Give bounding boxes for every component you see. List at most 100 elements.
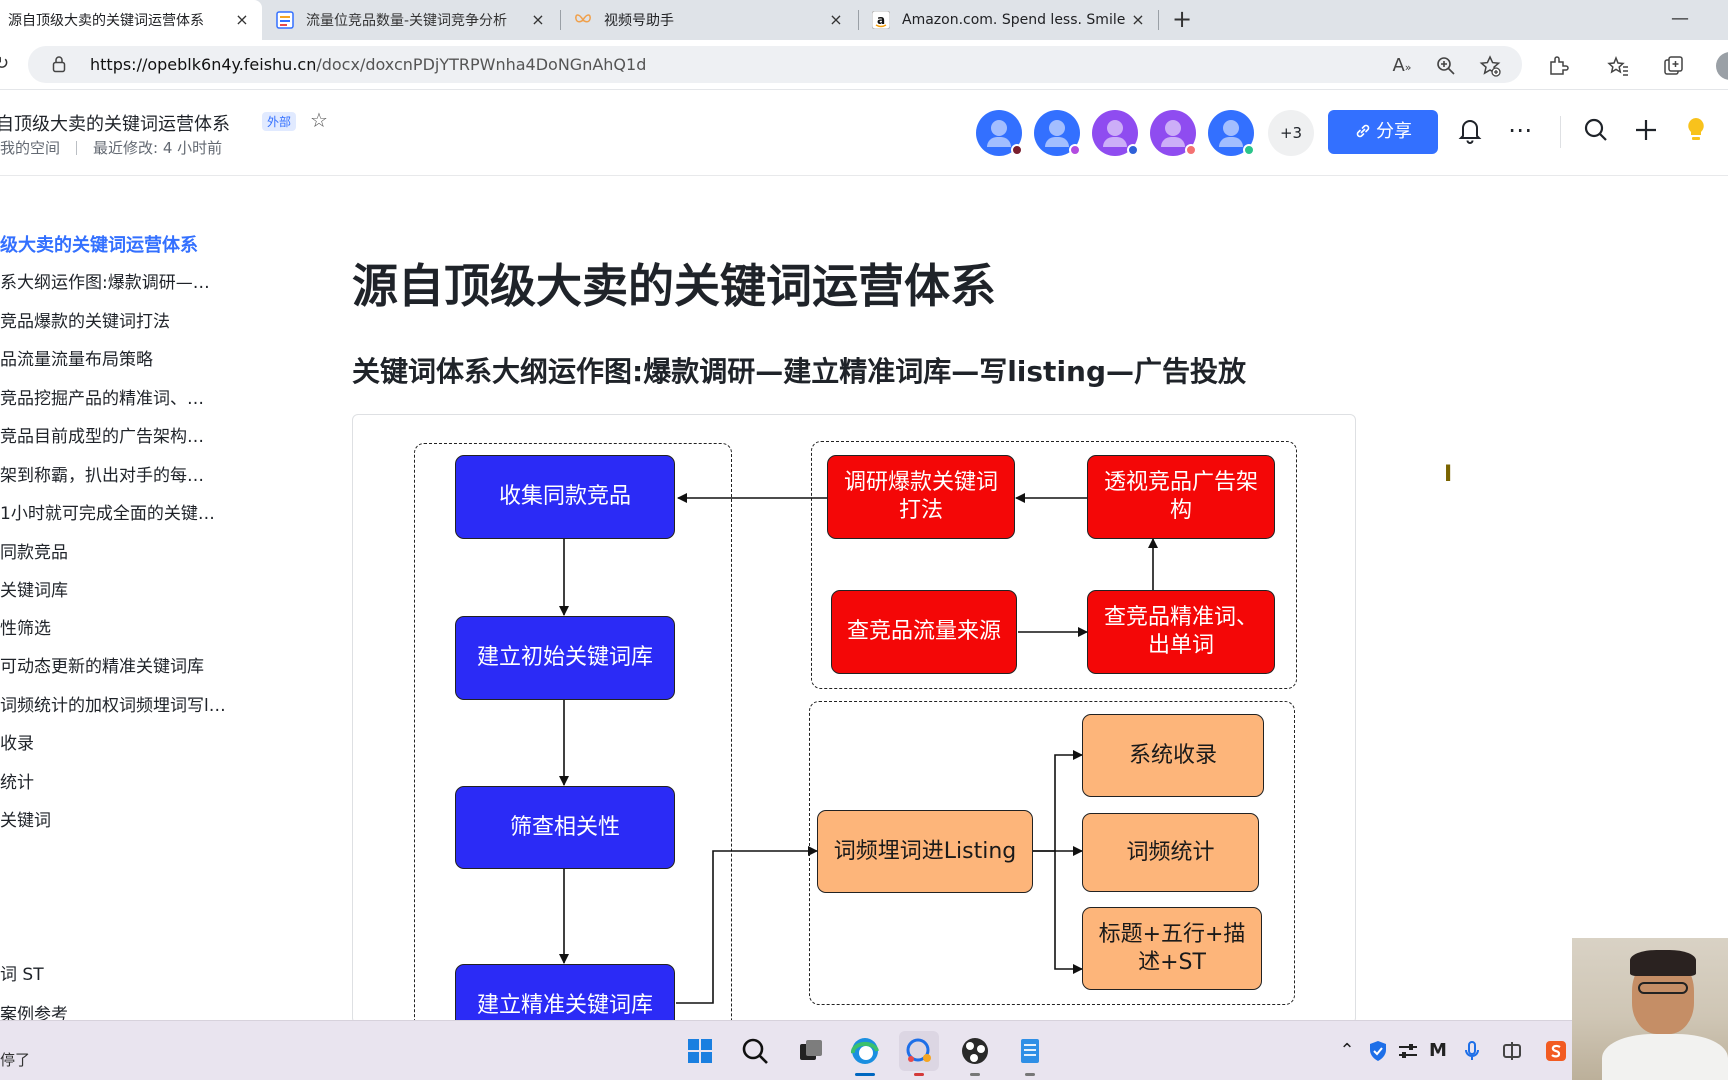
feishu-app-icon[interactable] <box>899 1031 939 1071</box>
collaborator-avatar[interactable] <box>1208 110 1255 156</box>
node-competitor-ad-architecture[interactable]: 透视竞品广告架构 <box>1087 455 1275 539</box>
node-competitor-precise-words[interactable]: 查竞品精准词、出单词 <box>1087 590 1275 674</box>
outline-item[interactable]: 收录 <box>0 729 240 754</box>
page-title[interactable]: 源自顶级大卖的关键词运营体系 <box>352 250 996 316</box>
outline-item[interactable]: 统计 <box>0 768 240 793</box>
outline-item[interactable]: 性筛选 <box>0 614 240 639</box>
tab-close-icon[interactable]: × <box>1128 10 1148 30</box>
url-text[interactable]: https://opeblk6n4y.feishu.cn/docx/doxcnP… <box>90 55 646 74</box>
minimize-window-button[interactable]: — <box>1668 8 1692 32</box>
outline-item[interactable]: 系大纲运作图:爆款调研—… <box>0 268 240 293</box>
flowchart-diagram[interactable]: 收集同款竞品 建立初始关键词库 筛查相关性 建立精准关键词库 调研爆款关键词打法… <box>352 414 1356 1024</box>
feishu-active-indicator <box>914 1073 924 1076</box>
tab-title: 源自顶级大卖的关键词运营体系 <box>8 13 204 29</box>
bell-icon[interactable] <box>1452 112 1488 148</box>
more-collaborators-count[interactable]: +3 <box>1268 110 1314 156</box>
refresh-icon[interactable]: ↻ <box>0 54 14 74</box>
outline-item[interactable]: 级大卖的关键词运营体系 <box>0 231 240 257</box>
header-divider <box>1560 116 1561 148</box>
favorites-icon[interactable] <box>1606 54 1630 78</box>
new-tab-button[interactable]: + <box>1166 4 1198 36</box>
node-listing-keyword-embedding[interactable]: 词频埋词进Listing <box>817 810 1033 893</box>
last-modified-text: 最近修改: 4 小时前 <box>93 139 223 157</box>
tab-close-icon[interactable]: × <box>528 10 548 30</box>
webcam-person-hair <box>1630 950 1696 976</box>
lightbulb-icon[interactable] <box>1678 112 1714 148</box>
tab-title: 视频号助手 <box>604 13 674 29</box>
zoom-icon[interactable] <box>1434 54 1458 78</box>
windows-start-icon[interactable] <box>680 1031 720 1071</box>
tab-close-icon[interactable]: × <box>826 10 846 30</box>
tab-close-icon[interactable]: × <box>232 10 252 30</box>
node-word-frequency-stats[interactable]: 词频统计 <box>1082 813 1259 892</box>
section-heading[interactable]: 关键词体系大纲运作图:爆款调研—建立精准词库—写listing—广告投放 <box>352 350 1246 390</box>
doc-title[interactable]: 自顶级大卖的关键词运营体系 <box>0 110 230 136</box>
extensions-icon[interactable] <box>1546 54 1570 78</box>
outline-item[interactable]: 竞品目前成型的广告架构… <box>0 422 240 447</box>
avatar-head <box>1107 120 1123 136</box>
collaborator-avatar[interactable] <box>1092 110 1139 156</box>
tray-chevron-up-icon[interactable]: ⌃ <box>1335 1039 1359 1063</box>
outline-item[interactable]: 词频统计的加权词频埋词写l… <box>0 691 252 716</box>
outline-item[interactable]: 1小时就可完成全面的关键… <box>0 499 240 524</box>
sogou-ime-icon[interactable] <box>1544 1039 1568 1063</box>
node-screen-relevance[interactable]: 筛查相关性 <box>455 786 675 869</box>
outline-item[interactable]: 关键词库 <box>0 576 240 601</box>
add-icon[interactable] <box>1628 112 1664 148</box>
address-bar[interactable]: https://opeblk6n4y.feishu.cn/docx/doxcnP… <box>28 46 1522 83</box>
node-system-indexing[interactable]: 系统收录 <box>1082 714 1264 797</box>
language-switch-icon[interactable] <box>1500 1039 1524 1063</box>
more-options-icon[interactable]: ⋯ <box>1502 112 1538 148</box>
document-outline: 级大卖的关键词运营体系 系大纲运作图:爆款调研—… 竞品爆款的关键词打法 品流量… <box>0 176 260 1025</box>
avatar-status-dot <box>1069 144 1081 156</box>
breadcrumb-space-link[interactable]: 我的空间 <box>0 139 60 157</box>
sliders-icon[interactable] <box>1396 1039 1420 1063</box>
security-shield-icon[interactable] <box>1366 1039 1390 1063</box>
tab-amazon[interactable]: a Amazon.com. Spend less. Smile more. × <box>862 0 1158 40</box>
star-icon[interactable]: ☆ <box>310 108 328 132</box>
collections-icon[interactable] <box>1662 54 1686 78</box>
tab-video-assistant[interactable]: 视频号助手 × <box>564 0 856 40</box>
taskbar-search-icon[interactable] <box>735 1031 775 1071</box>
edge-browser-icon[interactable] <box>845 1031 885 1071</box>
node-research-keyword-tactics[interactable]: 调研爆款关键词打法 <box>827 455 1015 539</box>
avatar-status-dot <box>1243 144 1255 156</box>
edge-active-indicator <box>855 1073 875 1076</box>
node-collect-competitors[interactable]: 收集同款竞品 <box>455 455 675 539</box>
tab-keyword-system[interactable]: 源自顶级大卖的关键词运营体系 × <box>0 0 262 40</box>
collaborator-avatar[interactable] <box>976 110 1023 156</box>
avatar-status-dot <box>1127 144 1139 156</box>
collaborator-avatar[interactable] <box>1034 110 1081 156</box>
outline-item[interactable]: 竞品挖掘产品的精准词、… <box>0 384 240 409</box>
outline-item[interactable]: 词 ST <box>0 960 240 985</box>
search-icon[interactable] <box>1578 112 1614 148</box>
node-competitor-traffic-source[interactable]: 查竞品流量来源 <box>831 590 1017 674</box>
node-initial-keyword-library[interactable]: 建立初始关键词库 <box>455 616 675 700</box>
input-mode-icon[interactable]: M <box>1426 1039 1450 1063</box>
url-path: /docx/doxcnPDjYTRPWnha4DoNGnAhQ1d <box>316 55 647 74</box>
webcam-person-glasses <box>1638 982 1688 994</box>
webcam-overlay <box>1572 938 1728 1080</box>
collaborator-avatar[interactable] <box>1150 110 1197 156</box>
doc-favicon-icon <box>276 11 294 29</box>
lock-icon <box>52 56 66 73</box>
outline-item[interactable]: 架到称霸，扒出对手的每… <box>0 461 240 486</box>
notepad-app-icon[interactable] <box>1010 1031 1050 1071</box>
read-aloud-icon[interactable]: A» <box>1390 54 1414 78</box>
task-view-icon[interactable] <box>790 1031 830 1071</box>
tab-traffic-competitors[interactable]: 流量位竞品数量-关键词竞争分析 × <box>266 0 558 40</box>
outline-item[interactable]: 品流量流量布局策略 <box>0 345 240 370</box>
node-precise-keyword-library[interactable]: 建立精准关键词库 <box>455 964 675 1023</box>
obs-app-icon[interactable] <box>955 1031 995 1071</box>
node-title-bullets-description-st[interactable]: 标题+五行+描述+ST <box>1082 907 1262 990</box>
outline-item[interactable]: 同款竞品 <box>0 538 240 563</box>
profile-avatar-icon[interactable] <box>1716 52 1728 80</box>
share-button[interactable]: 分享 <box>1328 110 1438 154</box>
microphone-icon[interactable] <box>1460 1039 1484 1063</box>
outline-item[interactable]: 关键词 <box>0 806 240 831</box>
webcam-person-shirt <box>1602 1034 1728 1080</box>
share-label: 分享 <box>1376 121 1412 142</box>
outline-item[interactable]: 竞品爆款的关键词打法 <box>0 307 240 332</box>
add-favorite-icon[interactable] <box>1478 54 1502 78</box>
outline-item[interactable]: 可动态更新的精准关键词库 <box>0 652 240 677</box>
